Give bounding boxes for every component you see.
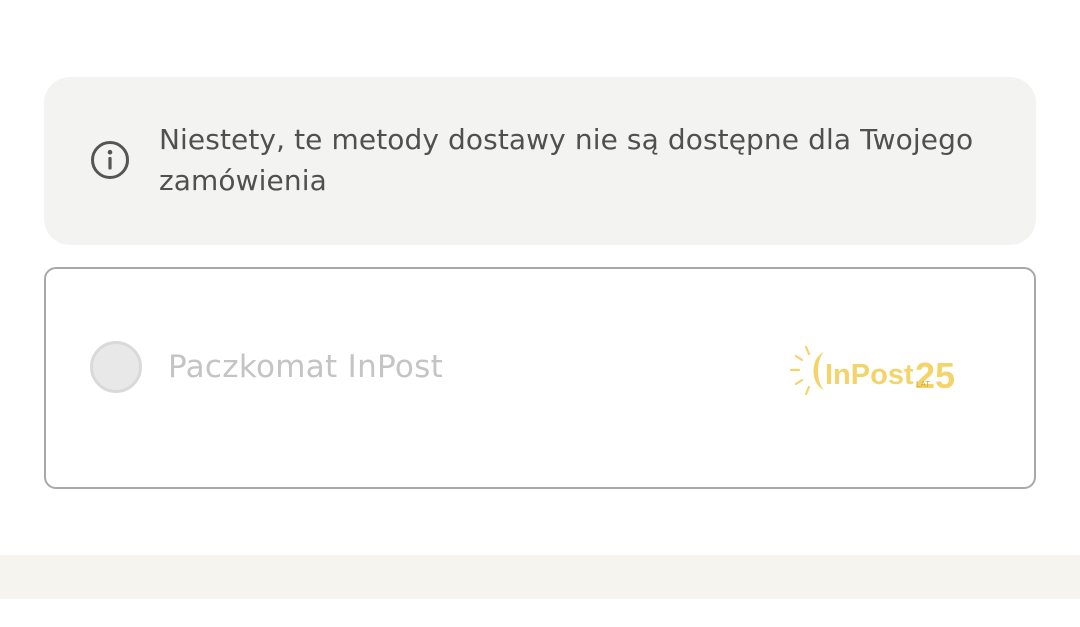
delivery-option-radio[interactable] (90, 341, 142, 393)
crescent-icon (813, 352, 824, 390)
delivery-methods-page: Niestety, te metody dostawy nie są dostę… (0, 0, 1080, 627)
logo-badge-number: 25 (915, 355, 955, 396)
inpost-logo: InPost 25 LAT (789, 345, 955, 396)
sun-rays-icon (789, 345, 811, 396)
notice-message: Niestety, te metody dostawy nie są dostę… (159, 123, 974, 197)
logo-badge-text: LAT (916, 380, 930, 389)
unavailable-notice: Niestety, te metody dostawy nie są dostę… (44, 77, 1036, 245)
footer-band (0, 555, 1080, 599)
logo-brand-text: InPost (825, 359, 914, 391)
delivery-option-paczkomat[interactable]: Paczkomat InPost InPost 25 LAT (44, 267, 1036, 489)
info-icon (91, 141, 129, 179)
delivery-option-label: Paczkomat InPost (168, 349, 444, 385)
